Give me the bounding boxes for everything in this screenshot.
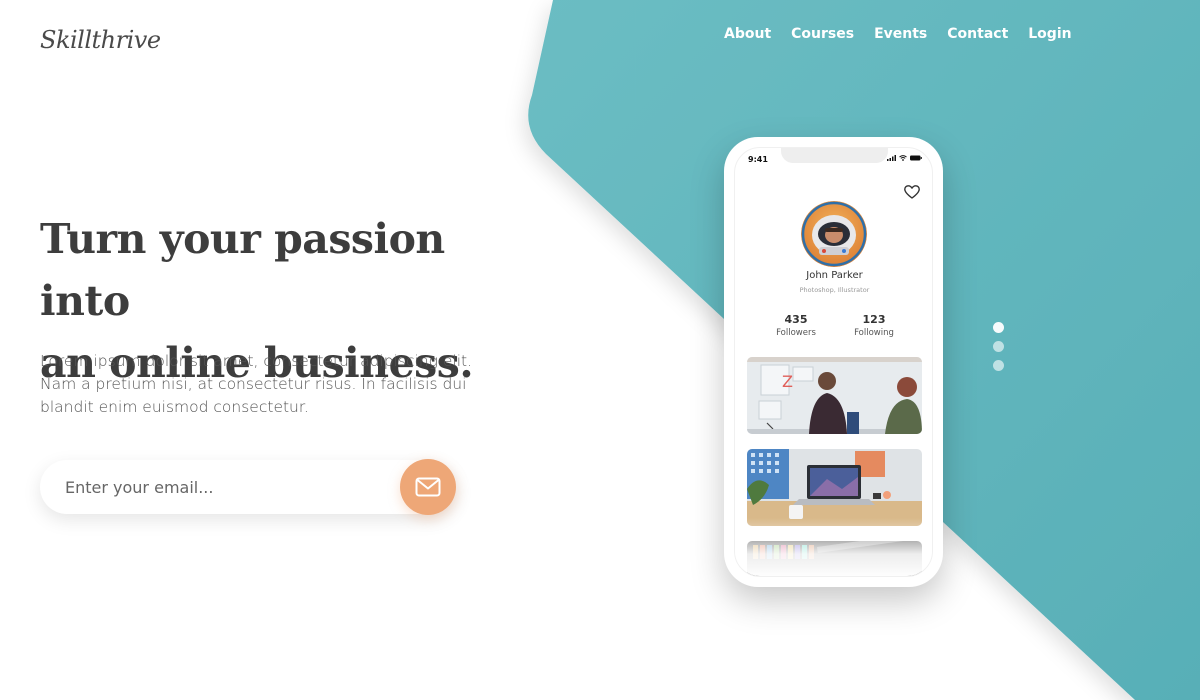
slider-dot-2[interactable] xyxy=(993,341,1004,352)
skillthrive-logo[interactable]: Skillthrive xyxy=(40,26,161,54)
profile-avatar[interactable] xyxy=(801,201,867,267)
avatar-illustration xyxy=(801,201,867,267)
email-signup-form xyxy=(40,459,456,515)
phone-mockup: 9:41 John Parker Photoshop, Illustrator … xyxy=(724,137,943,587)
laptop-desk-photo xyxy=(747,449,922,526)
whiteboard-team-photo: Z xyxy=(747,357,922,434)
nav-link-events[interactable]: Events xyxy=(874,26,927,42)
profile-role: Photoshop, Illustrator xyxy=(799,286,870,294)
email-submit-button[interactable] xyxy=(400,459,456,515)
status-time: 9:41 xyxy=(748,155,768,164)
hero-description: Lorem ipsum dolor sit amet, consectetur … xyxy=(40,352,473,416)
hero-title-line-1: Turn your passion into xyxy=(40,215,445,325)
following-count: 123 xyxy=(862,313,886,326)
nav-link-login[interactable]: Login xyxy=(1028,26,1071,42)
envelope-icon xyxy=(415,477,441,497)
wifi-icon xyxy=(899,155,907,161)
slider-dot-1[interactable] xyxy=(993,322,1004,333)
nav-link-about[interactable]: About xyxy=(724,26,771,42)
nav-link-contact[interactable]: Contact xyxy=(947,26,1008,42)
heart-icon[interactable] xyxy=(904,185,920,199)
signal-icon xyxy=(887,155,896,161)
followers-label: Followers xyxy=(776,328,816,338)
nav-link-courses[interactable]: Courses xyxy=(791,26,854,42)
slider-dot-3[interactable] xyxy=(993,360,1004,371)
email-input[interactable] xyxy=(40,460,400,514)
followers-stat[interactable]: 435 Followers xyxy=(761,313,831,338)
battery-icon xyxy=(910,155,922,161)
main-nav: About Courses Events Contact Login xyxy=(724,26,1072,42)
following-stat[interactable]: 123 Following xyxy=(839,313,909,338)
feed-image-card[interactable]: Z xyxy=(747,357,922,434)
phone-notch xyxy=(781,148,888,163)
following-label: Following xyxy=(854,328,894,338)
feed-image-card[interactable] xyxy=(747,449,922,526)
slider-pagination xyxy=(993,322,1004,371)
scroll-fade-overlay xyxy=(735,518,932,576)
svg-text:Z: Z xyxy=(782,372,793,391)
followers-count: 435 xyxy=(784,313,808,326)
profile-name: John Parker xyxy=(806,270,863,281)
status-icons xyxy=(887,155,922,161)
phone-screen: 9:41 John Parker Photoshop, Illustrator … xyxy=(734,147,933,577)
